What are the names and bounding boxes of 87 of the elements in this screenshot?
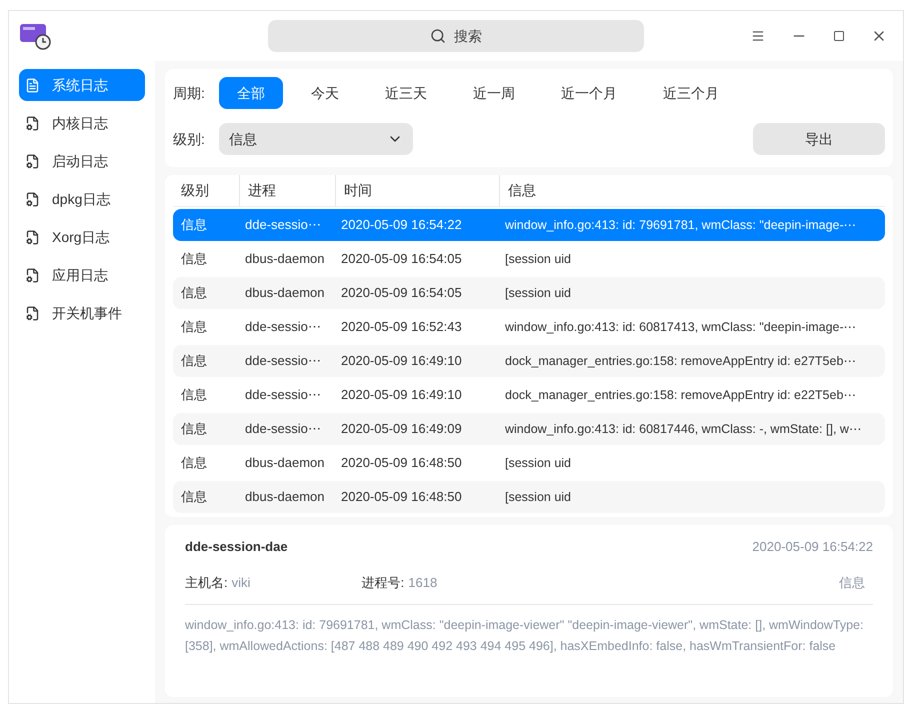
process-cell-text: dbus-daemon [244, 488, 326, 506]
document-icon [25, 154, 40, 168]
document-icon [25, 268, 40, 282]
document-icon [25, 116, 40, 130]
sidebar-item[interactable]: 开关机事件 [19, 297, 145, 329]
host-label: 主机名: [185, 574, 228, 592]
process-cell-text: dde-sessio⋯ [244, 386, 322, 404]
process-cell-text: dde-sessio⋯ [244, 352, 322, 370]
detail-time: 2020-05-09 16:54:22 [752, 538, 873, 556]
level-dropdown[interactable]: 信息 [219, 123, 413, 155]
document-icon [25, 192, 40, 206]
level-cell-text: 信息 [180, 488, 208, 506]
process-cell-text: dde-sessio⋯ [244, 318, 322, 336]
sidebar-item[interactable]: 内核日志 [19, 107, 145, 139]
period-tab[interactable]: 今天 [293, 77, 357, 109]
level-cell-text: 信息 [180, 386, 208, 404]
time-cell-text: 2020-05-09 16:49:09 [340, 420, 463, 438]
sidebar-item[interactable]: 应用日志 [19, 259, 145, 291]
level-cell-text: 信息 [180, 284, 208, 302]
process-cell-text: dbus-daemon [244, 250, 326, 268]
column-header[interactable]: 级别 [173, 175, 239, 206]
period-tab[interactable]: 近一个月 [543, 77, 635, 109]
time-cell-text: 2020-05-09 16:54:22 [340, 216, 463, 234]
level-cell-text: 信息 [180, 250, 208, 268]
log-row[interactable]: 信息 dbus-daemon 2020-05-09 16:54:05 [session uid [173, 243, 885, 275]
log-row[interactable]: 信息 dbus-daemon 2020-05-09 16:54:05 [session uid [173, 277, 885, 309]
message-cell-text: window_info.go:413: id: 60817446, wmClass: -, wmState: [], w⋯ [504, 420, 863, 438]
log-row[interactable]: 信息 dde-sessio⋯ 2020-05-09 16:49:10 dock_manager_entries.go:158: removeAppEntry id: e22T5eb⋯ [173, 379, 885, 411]
level-cell-text: 信息 [180, 352, 208, 370]
time-cell-text: 2020-05-09 16:49:10 [340, 352, 463, 370]
message-cell-text: window_info.go:413: id: 60817413, wmClass: "deepin-image-⋯ [504, 318, 858, 336]
message-cell-text: [session uid [504, 454, 572, 472]
log-row[interactable]: 信息 dbus-daemon 2020-05-09 16:48:50 [session uid [173, 447, 885, 479]
sidebar-item[interactable]: 启动日志 [19, 145, 145, 177]
period-label: 周期: [173, 84, 206, 102]
sidebar-item[interactable]: 系统日志 [19, 69, 145, 101]
time-cell-text: 2020-05-09 16:48:50 [340, 454, 463, 472]
pid-value: 1618 [408, 574, 438, 592]
process-cell-text: dde-sessio⋯ [244, 216, 322, 234]
detail-level: 信息 [839, 574, 866, 592]
app-logo-icon [19, 22, 51, 50]
detail-process: dde-session-dae [185, 538, 288, 556]
time-cell-text: 2020-05-09 16:54:05 [340, 284, 463, 302]
level-cell-text: 信息 [180, 420, 208, 438]
process-cell-text: dbus-daemon [244, 284, 326, 302]
message-cell-text: [session uid [504, 488, 572, 506]
log-row[interactable]: 信息 dde-sessio⋯ 2020-05-09 16:49:09 window_info.go:413: id: 60817446, wmClass: -, wmState: [], w⋯ [173, 413, 885, 445]
time-cell-text: 2020-05-09 16:48:50 [340, 488, 463, 506]
period-tab[interactable]: 全部 [219, 77, 283, 109]
maximize-icon[interactable] [833, 30, 845, 42]
message-cell-text: dock_manager_entries.go:158: removeAppEntry id: e27T5eb⋯ [504, 352, 858, 370]
log-row[interactable]: 信息 dbus-daemon 2020-05-09 16:48:50 [session uid [173, 481, 885, 513]
level-cell-text: 信息 [180, 318, 208, 336]
document-icon [25, 306, 40, 320]
export-button[interactable]: 导出 [753, 123, 885, 155]
level-cell-text: 信息 [180, 216, 208, 234]
column-header[interactable]: 进程 [239, 175, 335, 206]
message-cell-text: [session uid [504, 250, 572, 268]
search-field[interactable]: 搜索 [268, 20, 644, 52]
sidebar-item[interactable]: dpkg日志 [19, 183, 145, 215]
log-row[interactable]: 信息 dde-sessio⋯ 2020-05-09 16:52:43 window_info.go:413: id: 60817413, wmClass: "deepin-image-⋯ [173, 311, 885, 343]
message-cell-text: [session uid [504, 284, 572, 302]
message-cell-text: dock_manager_entries.go:158: removeAppEntry id: e22T5eb⋯ [504, 386, 858, 404]
search-placeholder: 搜索 [454, 26, 482, 46]
period-tab[interactable]: 近一周 [455, 77, 533, 109]
pid-label: 进程号: [362, 574, 404, 592]
menu-icon[interactable] [751, 29, 765, 43]
message-cell-text: window_info.go:413: id: 79691781, wmClass: "deepin-image-⋯ [504, 216, 858, 234]
process-cell-text: dde-sessio⋯ [244, 420, 322, 438]
process-cell-text: dbus-daemon [244, 454, 326, 472]
time-cell-text: 2020-05-09 16:49:10 [340, 386, 463, 404]
document-icon [25, 78, 40, 92]
document-icon [25, 230, 40, 244]
period-tab[interactable]: 近三个月 [645, 77, 737, 109]
time-cell-text: 2020-05-09 16:54:05 [340, 250, 463, 268]
period-tab[interactable]: 近三天 [367, 77, 445, 109]
time-cell-text: 2020-05-09 16:52:43 [340, 318, 463, 336]
column-header[interactable]: 信息 [499, 175, 885, 206]
host-value: viki [232, 574, 252, 592]
log-row[interactable]: 信息 dde-sessio⋯ 2020-05-09 16:49:10 dock_manager_entries.go:158: removeAppEntry id: e27T5eb⋯ [173, 345, 885, 377]
detail-message: window_info.go:413: id: 79691781, wmClass: "deepin-image-viewer" "deepin-image-viewer", wmState: [], wmWindowType: [358], wmAllowedActions: [487 488 489 490 492 493 494 495 496], hasXEmbedInfo: false, hasWmTransientFor: false [185, 617, 864, 655]
level-label: 级别: [173, 130, 206, 148]
column-header[interactable]: 时间 [335, 175, 499, 206]
log-row[interactable]: 信息 dde-sessio⋯ 2020-05-09 16:54:22 window_info.go:413: id: 79691781, wmClass: "deepin-image-⋯ [173, 209, 885, 241]
sidebar-item[interactable]: Xorg日志 [19, 221, 145, 253]
level-cell-text: 信息 [180, 454, 208, 472]
search-icon [430, 28, 446, 44]
